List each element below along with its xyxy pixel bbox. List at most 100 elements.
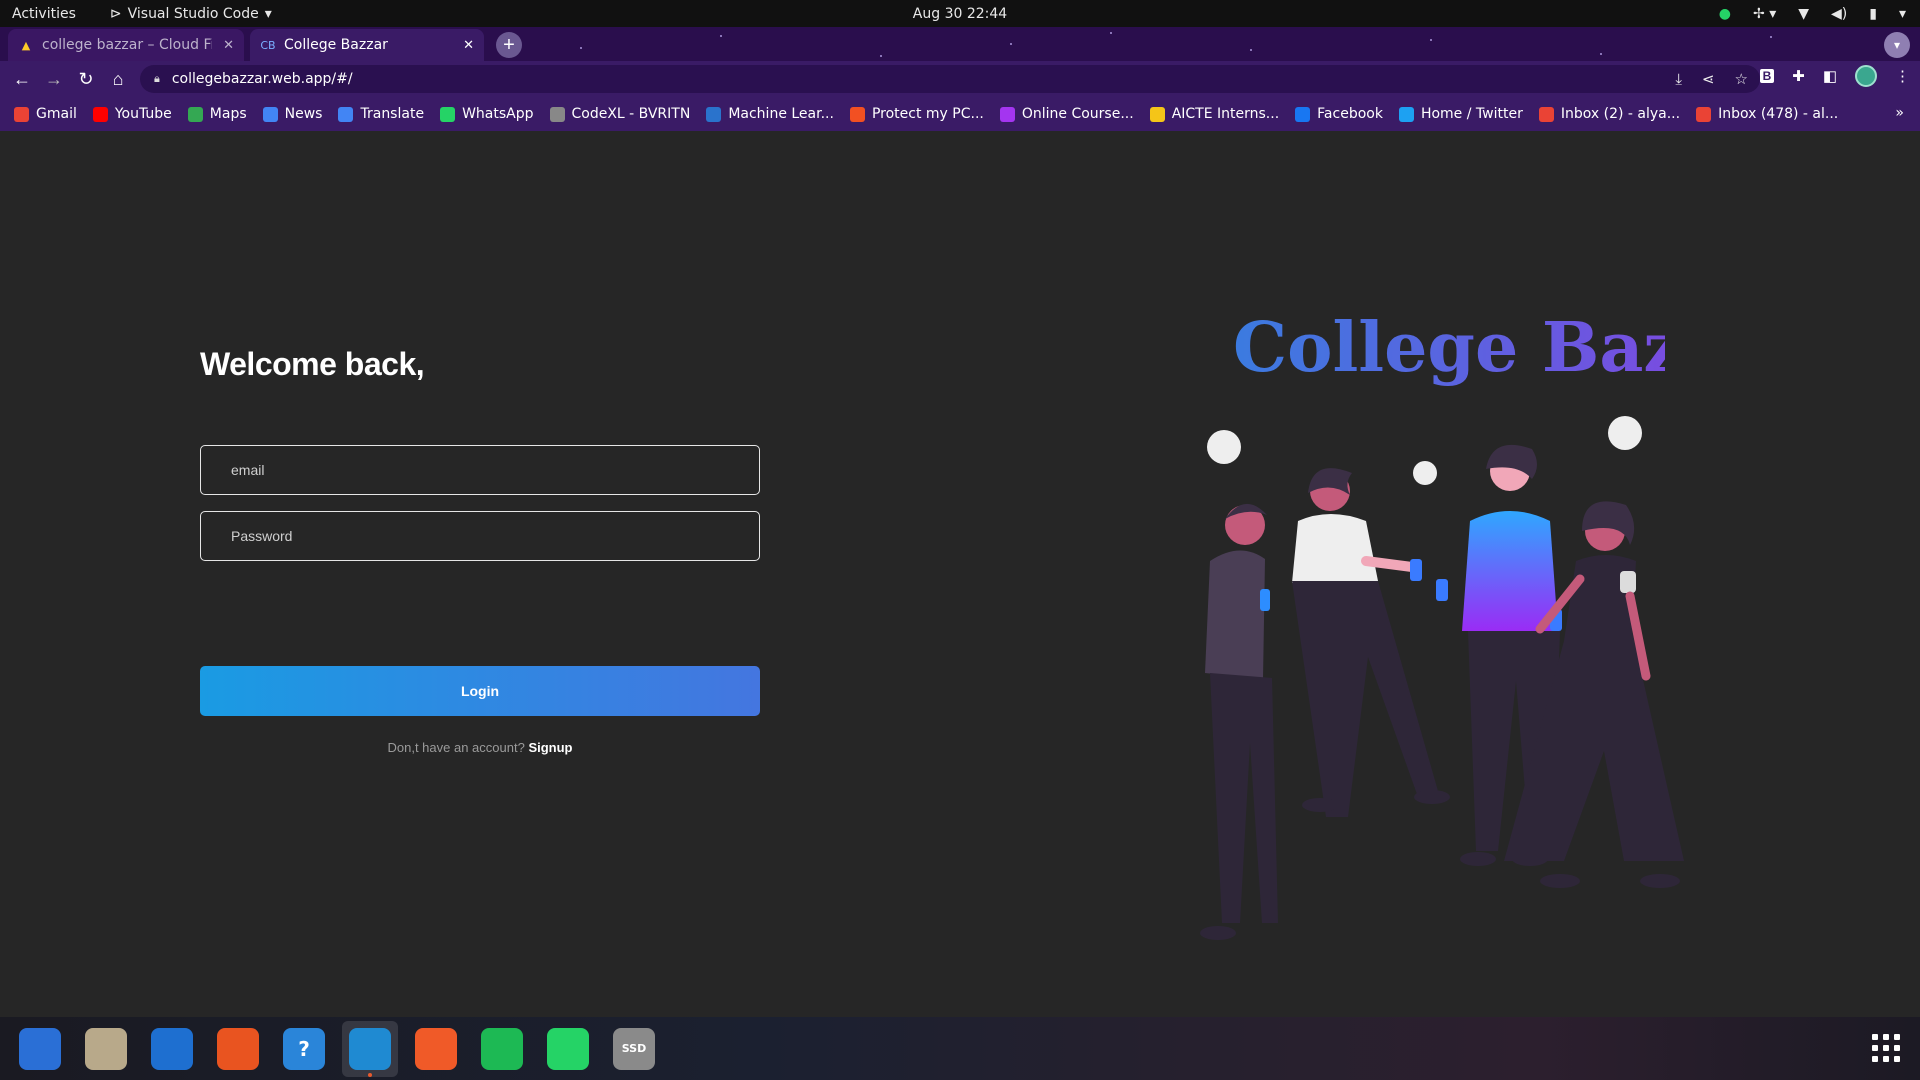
bookmark-item[interactable]: Translate <box>338 106 424 122</box>
new-tab-button[interactable]: + <box>496 32 522 58</box>
whatsapp-icon[interactable] <box>540 1021 596 1077</box>
page-title: Welcome back, <box>200 346 425 382</box>
running-indicator <box>368 1072 372 1077</box>
url-text[interactable]: collegebazzar.web.app/#/ <box>172 71 353 87</box>
bookmark-item[interactable]: CodeXL - BVRITN <box>549 106 691 122</box>
profile-avatar[interactable] <box>1855 65 1877 87</box>
battery-icon: ▮ <box>1869 5 1877 22</box>
dock-app-tile <box>151 1027 193 1070</box>
app-menu[interactable]: ⊳ Visual Studio Code ▾ <box>110 6 272 22</box>
bookmark-item[interactable]: Maps <box>187 106 247 122</box>
clock[interactable]: Aug 30 22:44 <box>913 6 1007 22</box>
bookmark-label: Translate <box>360 106 425 122</box>
home-icon[interactable]: ⌂ <box>102 63 134 95</box>
kebab-menu-icon[interactable]: ⋮ <box>1895 67 1910 85</box>
college-bazzar-favicon-icon: CB <box>260 38 276 52</box>
writer-icon[interactable] <box>144 1021 200 1077</box>
forward-arrow-icon[interactable]: → <box>38 63 70 95</box>
bookmark-item[interactable]: Machine Lear... <box>706 106 834 122</box>
side-panel-icon[interactable]: ◧ <box>1823 67 1837 85</box>
whatsapp-tray-icon[interactable]: ● <box>1719 6 1731 22</box>
close-icon[interactable]: ✕ <box>463 38 474 53</box>
vscode-icon[interactable] <box>342 1020 398 1077</box>
files-icon[interactable] <box>78 1021 134 1077</box>
install-app-icon[interactable]: ⤓ <box>1675 70 1682 88</box>
bookmark-label: Protect my PC... <box>871 106 984 122</box>
activities-button[interactable]: Activities <box>12 6 76 22</box>
bookmark-label: Inbox (478) - al... <box>1718 106 1839 122</box>
dock-app-tile: SSD <box>613 1027 655 1070</box>
bookmark-label: Inbox (2) - alya... <box>1560 106 1681 122</box>
extensions-puzzle-icon[interactable]: ✚ <box>1792 67 1805 85</box>
help-icon[interactable]: ? <box>276 1021 332 1077</box>
bookmark-item[interactable]: Inbox (478) - al... <box>1696 106 1838 122</box>
share-icon[interactable]: ⋖ <box>1702 70 1715 88</box>
browser-toolbar: ← → ↻ ⌂ 🔒︎ collegebazzar.web.app/#/ ⤓ ⋖ … <box>0 61 1920 97</box>
email-field[interactable] <box>200 445 760 495</box>
bookmark-label: Gmail <box>36 106 77 122</box>
globe-icon <box>549 106 565 122</box>
bookmark-item[interactable]: Facebook <box>1295 106 1383 122</box>
system-top-bar: Activities ⊳ Visual Studio Code ▾ Aug 30… <box>0 0 1920 27</box>
password-field[interactable] <box>200 511 760 561</box>
back-arrow-icon[interactable]: ← <box>6 63 38 95</box>
bookmark-label: Machine Lear... <box>728 106 834 122</box>
bookmark-item[interactable]: YouTube <box>92 106 172 122</box>
bookmark-item[interactable]: Gmail <box>14 106 77 122</box>
bookmark-item[interactable]: Online Course... <box>999 106 1134 122</box>
bubble <box>1413 461 1437 485</box>
wifi-icon: ▼ <box>1798 5 1810 22</box>
close-icon[interactable]: ✕ <box>223 38 234 53</box>
dock-app-tile <box>547 1027 589 1070</box>
bookmark-label: CodeXL - BVRITN <box>571 106 691 122</box>
power-menu-icon[interactable]: ▾ <box>1899 6 1906 22</box>
show-applications-icon[interactable] <box>1872 1034 1900 1062</box>
bubble <box>1207 430 1241 464</box>
bookmarks-bar: Gmail YouTube Maps News Translate WhatsApp Cod… <box>0 97 1920 131</box>
person-figure <box>1292 468 1450 817</box>
login-button[interactable]: Login <box>200 666 760 716</box>
bookmark-label: AICTE Interns... <box>1171 106 1280 122</box>
dock-app-tile <box>349 1027 391 1070</box>
ssd-drive-icon[interactable]: SSD <box>606 1021 662 1077</box>
bookmark-item[interactable]: Protect my PC... <box>849 106 984 122</box>
system-tray[interactable]: ● ✢ ▾ ▼ ◀) ▮ ▾ <box>1719 6 1906 22</box>
youtube-icon <box>92 106 108 122</box>
more-bookmarks-icon[interactable]: » <box>1895 105 1904 121</box>
thunderbird-icon[interactable] <box>12 1021 68 1077</box>
tab-firebase[interactable]: ▲ college bazzar – Cloud Fir ✕ <box>8 29 244 61</box>
news-icon <box>262 106 278 122</box>
aicte-icon <box>1149 106 1165 122</box>
bookmark-label: Maps <box>209 106 247 122</box>
bookmark-item[interactable]: AICTE Interns... <box>1149 106 1280 122</box>
dock: ? SSD <box>0 1017 1920 1080</box>
volume-icon: ◀) <box>1831 5 1848 22</box>
signup-link[interactable]: Signup <box>528 740 572 755</box>
facebook-icon <box>1295 106 1311 122</box>
bookmark-label: News <box>284 106 323 122</box>
bookmark-item[interactable]: News <box>262 106 323 122</box>
firebase-icon: ▲ <box>21 38 31 52</box>
reload-icon[interactable]: ↻ <box>70 63 102 95</box>
accessibility-icon[interactable]: ✢ ▾ <box>1753 6 1776 22</box>
bookmark-item[interactable]: Inbox (2) - alya... <box>1538 106 1681 122</box>
gmail-icon <box>1696 106 1712 122</box>
tab-strip: ▲ college bazzar – Cloud Fir ✕ CB Colleg… <box>0 27 1920 61</box>
tab-college-bazzar[interactable]: CB College Bazzar ✕ <box>250 29 484 61</box>
udemy-icon <box>999 106 1015 122</box>
spotify-icon[interactable] <box>474 1021 530 1077</box>
bookmark-label: Facebook <box>1317 106 1383 122</box>
lock-icon[interactable]: 🔒︎ <box>154 72 160 86</box>
app-center-icon[interactable] <box>210 1021 266 1077</box>
coursera-icon <box>706 106 722 122</box>
bookmark-star-icon[interactable]: ☆ <box>1735 70 1748 88</box>
brave-icon[interactable] <box>408 1021 464 1077</box>
college-bazzar-logo: College Bazzar <box>1233 308 1665 388</box>
extension-b-icon[interactable]: B <box>1759 69 1775 83</box>
bookmark-item[interactable]: WhatsApp <box>440 106 534 122</box>
tab-search-button[interactable]: ▾ <box>1884 32 1910 58</box>
bookmark-item[interactable]: Home / Twitter <box>1398 106 1523 122</box>
address-bar[interactable]: 🔒︎ collegebazzar.web.app/#/ ⤓ ⋖ ☆ <box>140 65 1760 93</box>
microsoft-icon <box>849 106 865 122</box>
bubble <box>1608 416 1642 450</box>
